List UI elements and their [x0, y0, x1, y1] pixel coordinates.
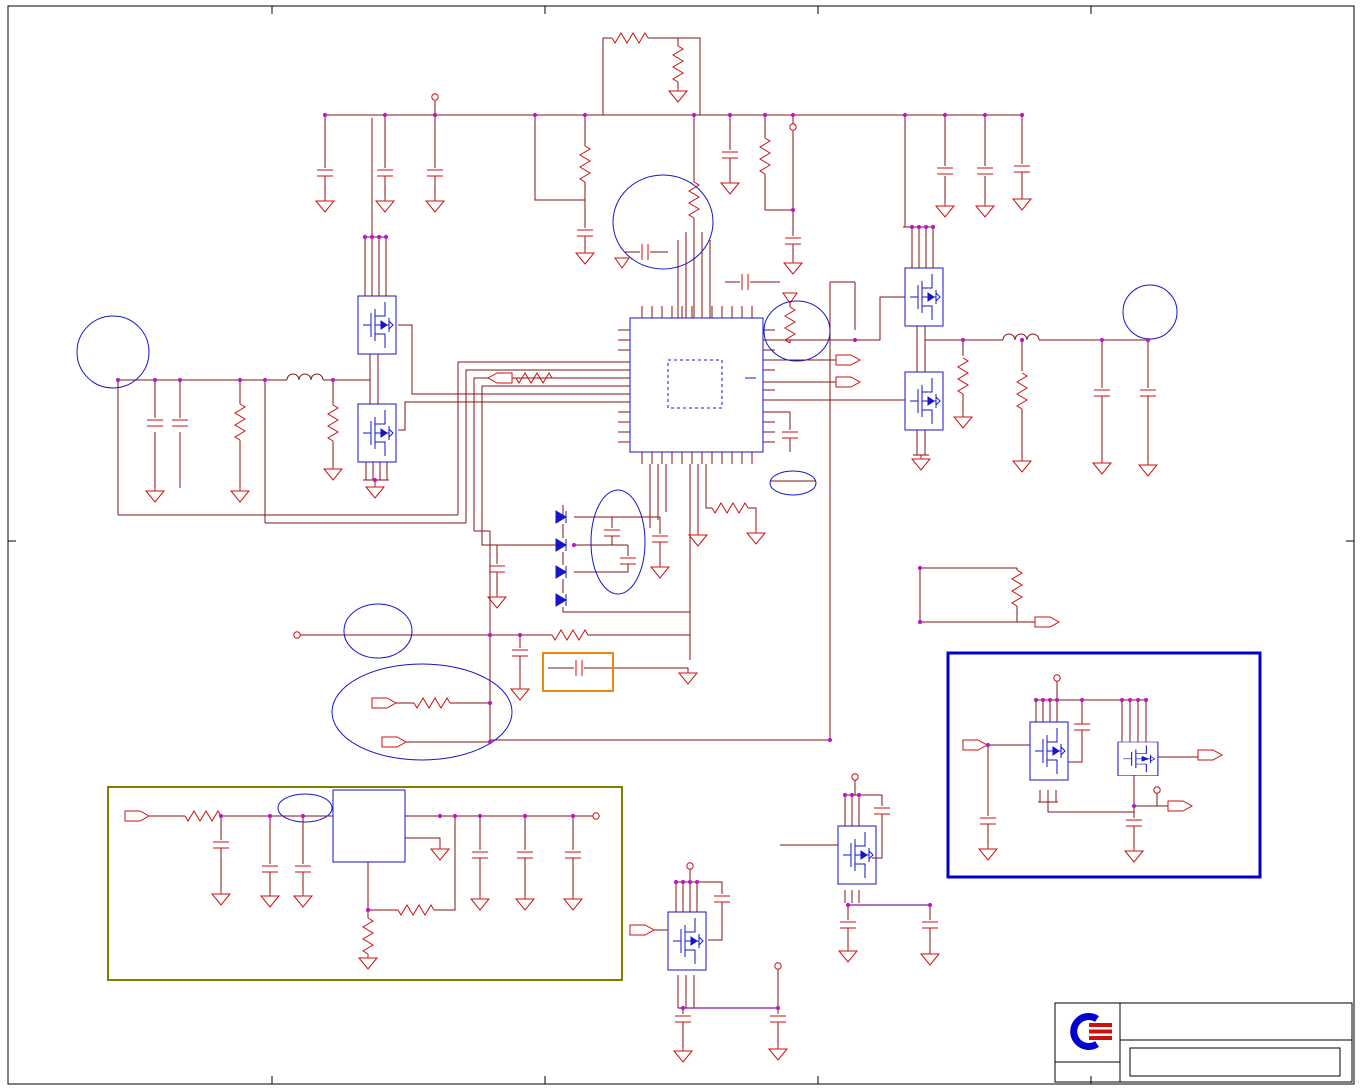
central-ic — [618, 306, 775, 464]
title-block — [1054, 1002, 1353, 1083]
mosfet-right-high — [904, 267, 944, 327]
inductor-left — [286, 373, 324, 381]
dual-fet-section-box — [946, 651, 1262, 879]
connector-circle-right — [1122, 284, 1178, 340]
annotation-circles — [76, 174, 1178, 823]
mosfet-left-high — [357, 295, 397, 355]
capacitor-symbols — [146, 151, 1157, 1023]
mosfet-right-low — [904, 371, 944, 431]
wiring-nets — [117, 37, 1198, 1048]
connector-flags — [124, 354, 1223, 936]
sheet-frame — [7, 5, 1355, 1085]
ground-symbols — [145, 87, 1158, 1063]
company-logo — [1070, 1013, 1112, 1050]
mosfet-bottom-center — [667, 911, 707, 971]
mosfet-bottom-right — [837, 825, 877, 885]
snubber-capacitor-box — [542, 652, 614, 692]
diode-chain — [555, 510, 567, 607]
mosfet-left-low — [357, 403, 397, 463]
schematic-sheet — [0, 0, 1362, 1090]
connector-circle-left — [76, 315, 150, 389]
schematic-canvas — [7, 5, 1355, 1085]
mosfet-bluebox-left — [1029, 721, 1069, 781]
regulator-ic — [332, 789, 406, 863]
mosfet-bluebox-right — [1117, 741, 1159, 777]
